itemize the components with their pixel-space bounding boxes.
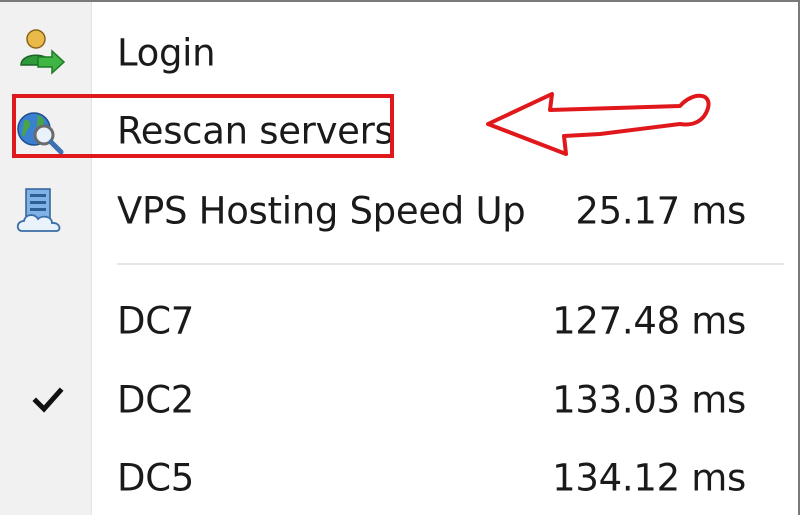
checkmark-icon <box>30 382 66 418</box>
menu-separator <box>117 263 784 265</box>
menu-item-label: VPS Hosting Speed Up <box>117 189 526 233</box>
login-user-icon <box>14 27 66 79</box>
server-latency: 134.12 ms <box>552 456 746 500</box>
server-label: DC7 <box>117 299 194 343</box>
menu-item-vps-hosting-speed-up[interactable]: VPS Hosting Speed Up 25.17 ms <box>0 172 798 250</box>
server-item-dc7[interactable]: DC7 127.48 ms <box>0 282 798 360</box>
server-item-dc2[interactable]: DC2 133.03 ms <box>0 361 798 439</box>
server-label: DC2 <box>117 378 194 422</box>
annotation-highlight-box <box>12 94 394 158</box>
cloud-server-icon <box>14 185 66 237</box>
server-latency: 133.03 ms <box>552 378 746 422</box>
context-menu: Login Rescan servers VPS Hosting Speed U… <box>0 0 800 515</box>
menu-item-label: Login <box>117 31 216 75</box>
annotation-arrow-icon <box>486 92 711 156</box>
server-item-dc5[interactable]: DC5 134.12 ms <box>0 439 798 517</box>
server-label: DC5 <box>117 456 194 500</box>
server-latency: 127.48 ms <box>552 299 746 343</box>
menu-item-login[interactable]: Login <box>0 14 798 92</box>
menu-item-latency: 25.17 ms <box>575 189 746 233</box>
